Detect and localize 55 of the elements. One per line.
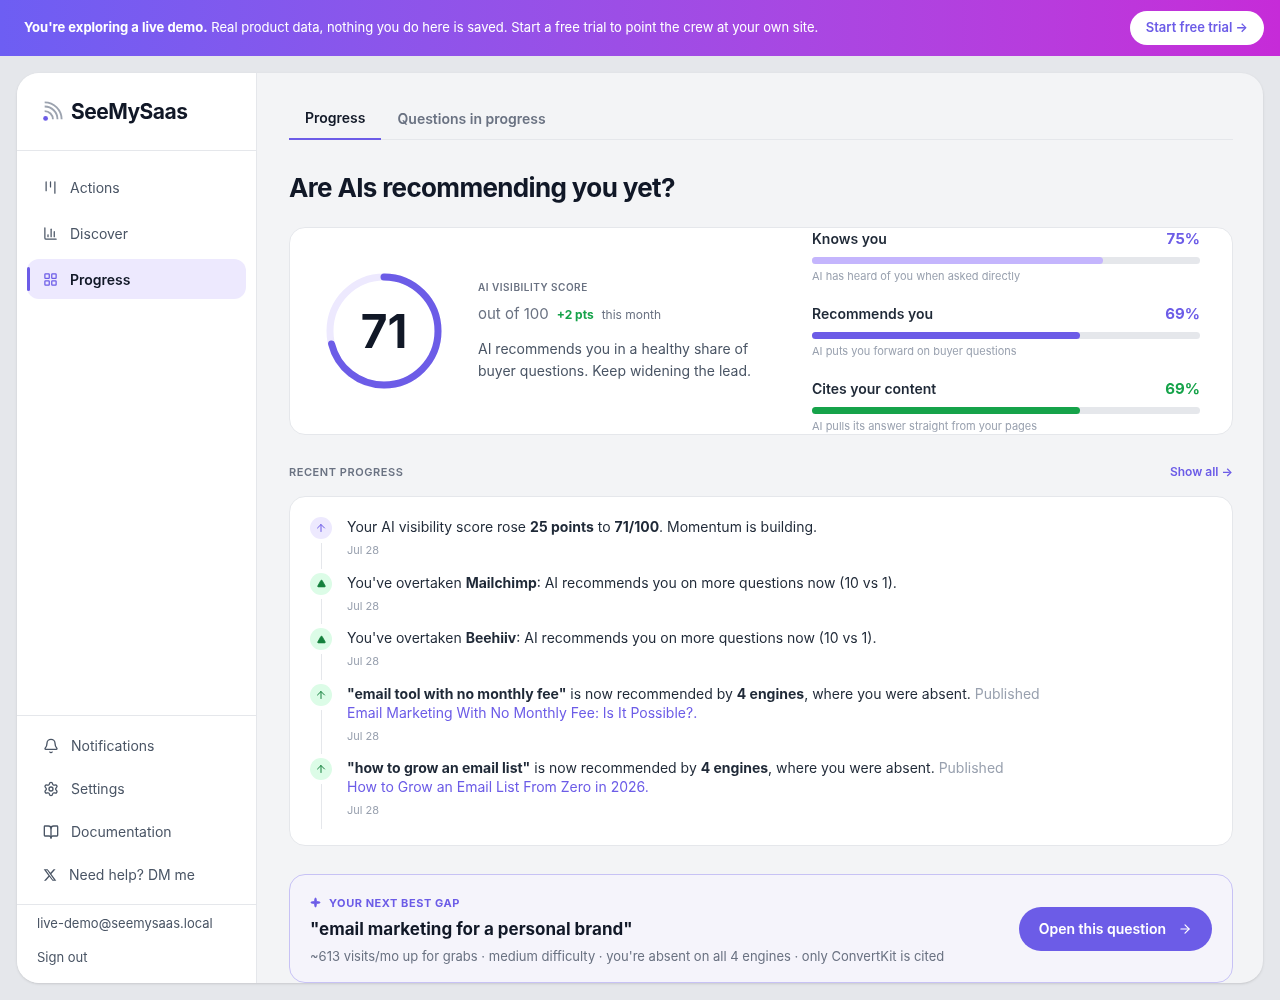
score-value: 71 (360, 308, 408, 354)
event-text: "how to grow an email list" is now recommended by 4 engines, where you were absent. Published How to Grow an Email List From Zero in 2026. (347, 758, 1005, 796)
article-link[interactable]: Email Marketing With No Monthly Fee: Is It Possible?. (347, 703, 698, 721)
score-summary: AI recommends you in a healthy share of buyer questions. Keep widening the lead. (478, 338, 753, 381)
tab[interactable]: Progress (289, 97, 382, 140)
signal-logo-icon (41, 100, 63, 123)
nav-item[interactable]: Progress (27, 259, 246, 299)
x-logo-icon (43, 867, 57, 882)
gap-details: ~613 visits/mo up for grabs · medium difficulty · you're absent on all 4 engines · only ConvertKit is cited (310, 946, 945, 966)
nav-item[interactable]: Documentation (27, 810, 246, 853)
nav-item[interactable]: Actions (27, 167, 246, 207)
show-all-link[interactable]: Show all → (1169, 463, 1233, 481)
score-out-of: out of 100 (478, 303, 549, 326)
tab[interactable]: Questions in progress (381, 97, 562, 140)
metric-percent: 69% (1165, 303, 1200, 325)
book-icon (43, 823, 59, 840)
section-title: RECENT PROGRESS (289, 463, 404, 481)
event-text: Your AI visibility score rose 25 points to 71/100. Momentum is building. (347, 517, 818, 536)
event-date: Jul 28 (347, 802, 381, 819)
nav-item[interactable]: Discover (27, 213, 246, 253)
nav-item[interactable]: Settings (27, 767, 246, 810)
account-email: live-demo@seemysaas.local (37, 914, 214, 933)
score-label: AI VISIBILITY SCORE (478, 280, 589, 296)
metric-caption: AI pulls its answer straight from your pages (812, 417, 1039, 434)
open-question-button[interactable]: Open this question (1018, 906, 1212, 951)
event-date: Jul 28 (347, 727, 381, 744)
event-date: Jul 28 (347, 542, 381, 559)
gap-label: YOUR NEXT BEST GAP (329, 894, 460, 911)
settings-icon (43, 780, 59, 797)
article-link[interactable]: How to Grow an Email List From Zero in 2026. (347, 778, 649, 795)
metric-percent: 75% (1166, 228, 1200, 250)
gap-question: "email marketing for a personal brand" (310, 918, 634, 941)
nav-item[interactable]: Need help? DM me (27, 853, 246, 896)
metric-percent: 69% (1165, 378, 1200, 400)
page-heading: Are AIs recommending you yet? (289, 171, 676, 205)
delta-period: this month (601, 306, 662, 325)
nav-item[interactable]: Notifications (27, 724, 246, 767)
event-date: Jul 28 (347, 597, 381, 614)
metric-name: Knows you (812, 229, 887, 249)
active-indicator (27, 267, 30, 291)
event-text: "email tool with no monthly fee" is now recommended by 4 engines, where you were absent. Published Email Marketing With No Monthly Fee: Is It Possible?. (347, 683, 1041, 722)
sign-out-link[interactable]: Sign out (37, 947, 236, 967)
event-text: You've overtaken Beehiiv: AI recommends you on more questions now (10 vs 1). (347, 628, 877, 647)
brand-name: SeeMySaas (71, 97, 188, 126)
event-text: You've overtaken Mailchimp: AI recommends you on more questions now (10 vs 1). (347, 572, 897, 592)
start-trial-button[interactable]: Start free trial → (1129, 11, 1264, 45)
bell-icon (43, 737, 59, 754)
sparkle-icon (310, 897, 321, 909)
metric-caption: AI has heard of you when asked directly (812, 267, 1022, 284)
metric-name: Cites your content (812, 379, 937, 399)
score-delta: +2 pts (556, 306, 594, 325)
metric-caption: AI puts you forward on buyer questions (812, 342, 1018, 359)
metric-name: Recommends you (812, 304, 933, 324)
banner-text: You're exploring a live demo. Real product data, nothing you do here is saved. Start a free trial to point the crew at your own site. (24, 18, 819, 38)
event-date: Jul 28 (347, 653, 381, 670)
